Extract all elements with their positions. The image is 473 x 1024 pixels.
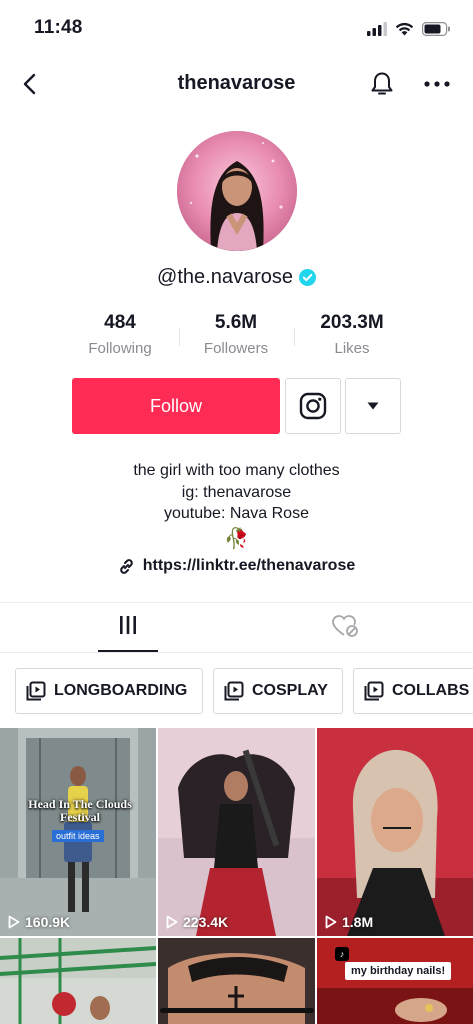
more-options-button[interactable] bbox=[420, 68, 454, 100]
tabs-divider bbox=[0, 652, 473, 653]
grid-icon bbox=[120, 616, 136, 634]
profile-stats: 484 Following 5.6M Followers 203.3M Like… bbox=[0, 312, 473, 360]
video-tile[interactable]: ♪ my birthday nails! bbox=[317, 938, 473, 1024]
view-count: 160.9K bbox=[8, 914, 70, 930]
status-icons bbox=[367, 20, 451, 38]
bio-link-text[interactable]: https://linktr.ee/thenavarose bbox=[143, 557, 356, 575]
playlist-label: LONGBOARDING bbox=[54, 682, 188, 699]
view-count-text: 160.9K bbox=[25, 914, 71, 930]
suggested-accounts-dropdown[interactable] bbox=[345, 378, 401, 434]
stat-label: Followers bbox=[203, 340, 269, 357]
tab-liked[interactable] bbox=[320, 614, 370, 644]
view-count-text: 1.8M bbox=[342, 914, 374, 930]
video-overlay-chip: outfit ideas bbox=[52, 830, 104, 842]
playlist-longboarding[interactable]: LONGBOARDING bbox=[15, 668, 203, 714]
video-overlay-chip: my birthday nails! bbox=[345, 962, 452, 980]
caret-down-icon bbox=[367, 402, 379, 410]
stat-followers[interactable]: 5.6M Followers bbox=[176, 312, 296, 357]
profile-nav-bar: thenavarose bbox=[0, 56, 473, 112]
view-count: 1.8M bbox=[325, 914, 373, 930]
bell-icon bbox=[371, 72, 393, 95]
video-overlay-title: Head In The Clouds Festival bbox=[28, 797, 132, 824]
profile-handle: @the.navarose bbox=[157, 266, 293, 288]
video-thumbnail bbox=[0, 938, 156, 1024]
cellular-signal-icon bbox=[367, 22, 387, 36]
video-tile[interactable] bbox=[0, 938, 156, 1024]
status-time: 11:48 bbox=[34, 17, 83, 38]
wifi-icon bbox=[395, 22, 414, 36]
nav-title: thenavarose bbox=[177, 72, 296, 94]
more-dots-icon bbox=[424, 81, 450, 87]
stat-value: 484 bbox=[104, 312, 136, 333]
stat-value: 203.3M bbox=[320, 312, 384, 333]
bio-line: youtube: Nava Rose bbox=[164, 505, 309, 522]
stat-value: 5.6M bbox=[214, 312, 258, 333]
bio-emoji: 🥀 bbox=[224, 527, 249, 550]
handle-row: @the.navarose bbox=[0, 266, 473, 289]
home-indicator bbox=[160, 1008, 314, 1013]
profile-bio: the girl with too many clothes ig: thena… bbox=[0, 460, 473, 553]
stat-label: Likes bbox=[334, 340, 370, 357]
instagram-icon bbox=[299, 392, 327, 420]
bio-link[interactable]: https://linktr.ee/thenavarose bbox=[0, 557, 473, 575]
bio-line: ig: thenavarose bbox=[181, 483, 292, 501]
status-bar: 11:48 bbox=[0, 0, 473, 56]
liked-hidden-icon bbox=[332, 615, 358, 637]
video-thumbnail bbox=[317, 728, 473, 936]
play-outline-icon bbox=[166, 915, 178, 929]
video-thumbnail bbox=[158, 728, 315, 936]
stat-label: Following bbox=[88, 340, 152, 357]
battery-icon bbox=[422, 22, 450, 36]
playlist-cosplay[interactable]: COSPLAY bbox=[213, 668, 343, 714]
link-icon bbox=[119, 558, 133, 574]
play-outline-icon bbox=[8, 915, 20, 929]
tabs-divider bbox=[0, 602, 473, 603]
playlist-icon bbox=[224, 681, 244, 701]
playlist-label: COLLABS bbox=[392, 682, 470, 699]
verified-badge-icon bbox=[298, 269, 316, 286]
avatar[interactable] bbox=[177, 131, 297, 251]
tab-videos[interactable] bbox=[98, 614, 158, 652]
bio-line: the girl with too many clothes bbox=[133, 462, 340, 479]
stat-following[interactable]: 484 Following bbox=[60, 312, 180, 357]
playlist-icon bbox=[26, 681, 46, 701]
stat-likes[interactable]: 203.3M Likes bbox=[292, 312, 412, 357]
tiktok-logo-icon: ♪ bbox=[335, 947, 349, 961]
video-tile[interactable]: 223.4K bbox=[158, 728, 315, 936]
playlist-label: COSPLAY bbox=[252, 682, 328, 699]
video-grid: Head In The Clouds Festival outfit ideas… bbox=[0, 728, 473, 1024]
instagram-button[interactable] bbox=[285, 378, 341, 434]
video-tile[interactable]: Head In The Clouds Festival outfit ideas… bbox=[0, 728, 156, 936]
play-outline-icon bbox=[325, 915, 337, 929]
notifications-button[interactable] bbox=[366, 68, 398, 100]
playlist-icon bbox=[364, 681, 384, 701]
view-count: 223.4K bbox=[166, 914, 228, 930]
follow-button[interactable]: Follow bbox=[72, 378, 280, 434]
view-count-text: 223.4K bbox=[183, 914, 229, 930]
video-tile[interactable]: 1.8M bbox=[317, 728, 473, 936]
playlist-collabs[interactable]: COLLABS bbox=[353, 668, 473, 714]
avatar-image bbox=[177, 131, 297, 251]
